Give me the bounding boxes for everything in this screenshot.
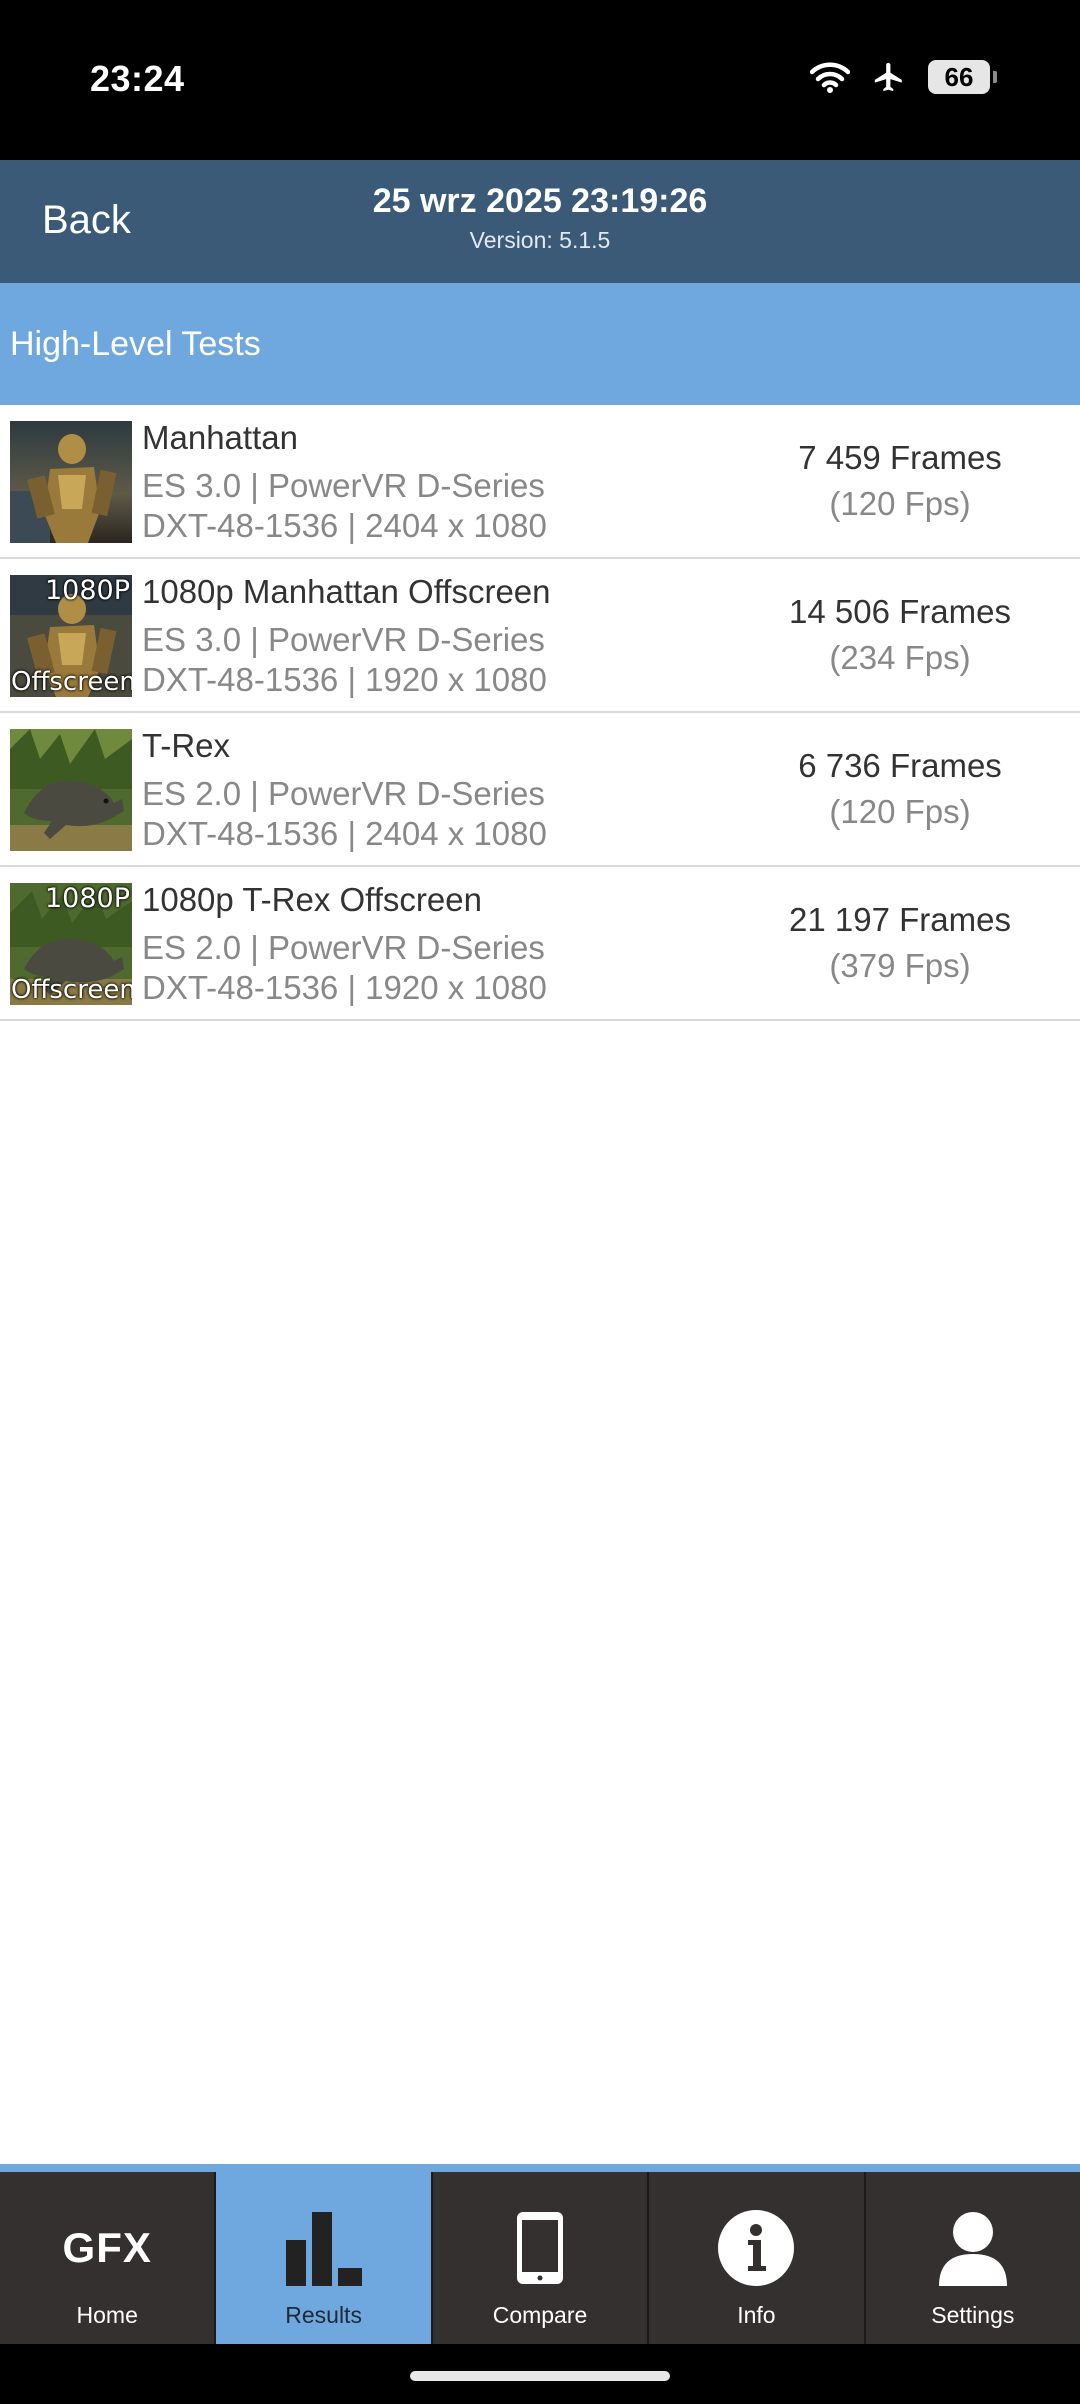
- page-title: 25 wrz 2025 23:19:26: [372, 182, 708, 220]
- test-name: T-Rex: [142, 727, 231, 764]
- score-fps: (379 Fps): [829, 947, 971, 984]
- bottom-nav-accent: [0, 2164, 1080, 2172]
- score-frames: 6 736 Frames: [798, 747, 1002, 784]
- test-name: 1080p T-Rex Offscreen: [142, 881, 482, 918]
- version-label: Version: 5.1.5: [469, 227, 611, 253]
- thumb-offscreen-label: Offscreen: [11, 667, 132, 697]
- status-bar: 23:24 66: [0, 0, 1080, 160]
- info-icon: [649, 2208, 863, 2288]
- bottom-nav: GFX Home Results Compare Info Settings: [0, 2172, 1080, 2344]
- thumb-offscreen-label: Offscreen: [11, 975, 132, 1005]
- trex-offscreen-thumbnail: 1080P Offscreen: [10, 883, 132, 1005]
- airplane-icon: [872, 60, 906, 94]
- test-api: ES 3.0 | PowerVR D-Series: [142, 467, 545, 504]
- gfx-logo-icon: GFX: [0, 2208, 214, 2288]
- phone-icon: [433, 2208, 647, 2288]
- result-row-manhattan[interactable]: Manhattan ES 3.0 | PowerVR D-Series DXT-…: [0, 405, 1080, 559]
- header-center: 25 wrz 2025 23:19:26 Version: 5.1.5: [0, 182, 1080, 254]
- test-name: Manhattan: [142, 419, 298, 456]
- nav-settings[interactable]: Settings: [866, 2172, 1080, 2344]
- nav-label: Compare: [492, 2302, 588, 2328]
- section-title: High-Level Tests: [10, 325, 261, 363]
- result-row-trex[interactable]: T-Rex ES 2.0 | PowerVR D-Series DXT-48-1…: [0, 713, 1080, 867]
- status-time: 23:24: [90, 58, 185, 99]
- score-frames: 21 197 Frames: [789, 901, 1011, 938]
- test-api: ES 2.0 | PowerVR D-Series: [142, 775, 545, 812]
- wifi-icon: [810, 61, 850, 93]
- test-config: DXT-48-1536 | 2404 x 1080: [142, 507, 547, 544]
- test-api: ES 3.0 | PowerVR D-Series: [142, 621, 545, 658]
- test-config: DXT-48-1536 | 1920 x 1080: [142, 969, 547, 1006]
- home-indicator[interactable]: [410, 2371, 670, 2381]
- status-icons: 66: [810, 60, 997, 94]
- nav-results[interactable]: Results: [216, 2172, 433, 2344]
- thumb-resolution-label: 1080P: [45, 575, 130, 606]
- nav-label: Results: [285, 2302, 362, 2328]
- section-header: High-Level Tests: [0, 283, 1080, 405]
- manhattan-thumbnail: [10, 421, 132, 543]
- test-config: DXT-48-1536 | 1920 x 1080: [142, 661, 547, 698]
- test-api: ES 2.0 | PowerVR D-Series: [142, 929, 545, 966]
- nav-home[interactable]: GFX Home: [0, 2172, 217, 2344]
- trex-thumbnail: [10, 729, 132, 851]
- nav-label: Home: [76, 2302, 138, 2328]
- manhattan-offscreen-thumbnail: 1080P Offscreen: [10, 575, 132, 697]
- bar-chart-icon: [216, 2208, 430, 2288]
- test-name: 1080p Manhattan Offscreen: [142, 573, 551, 610]
- score-fps: (234 Fps): [829, 639, 971, 676]
- battery-icon: 66: [928, 60, 997, 94]
- thumb-resolution-label: 1080P: [45, 883, 130, 914]
- gfx-logo-text: GFX: [62, 2224, 152, 2271]
- nav-compare[interactable]: Compare: [433, 2172, 650, 2344]
- nav-info[interactable]: Info: [649, 2172, 866, 2344]
- score-fps: (120 Fps): [829, 793, 971, 830]
- result-row-trex-offscreen[interactable]: 1080P Offscreen 1080p T-Rex Offscreen ES…: [0, 867, 1080, 1021]
- result-list: Manhattan ES 3.0 | PowerVR D-Series DXT-…: [0, 405, 1080, 1021]
- score-frames: 14 506 Frames: [789, 593, 1011, 630]
- result-row-manhattan-offscreen[interactable]: 1080P Offscreen 1080p Manhattan Offscree…: [0, 559, 1080, 713]
- user-icon: [866, 2208, 1080, 2288]
- score-fps: (120 Fps): [829, 485, 971, 522]
- nav-label: Info: [737, 2302, 776, 2328]
- test-config: DXT-48-1536 | 2404 x 1080: [142, 815, 547, 852]
- nav-label: Settings: [931, 2302, 1015, 2328]
- score-frames: 7 459 Frames: [798, 439, 1002, 476]
- app-header: Back 25 wrz 2025 23:19:26 Version: 5.1.5: [0, 160, 1080, 283]
